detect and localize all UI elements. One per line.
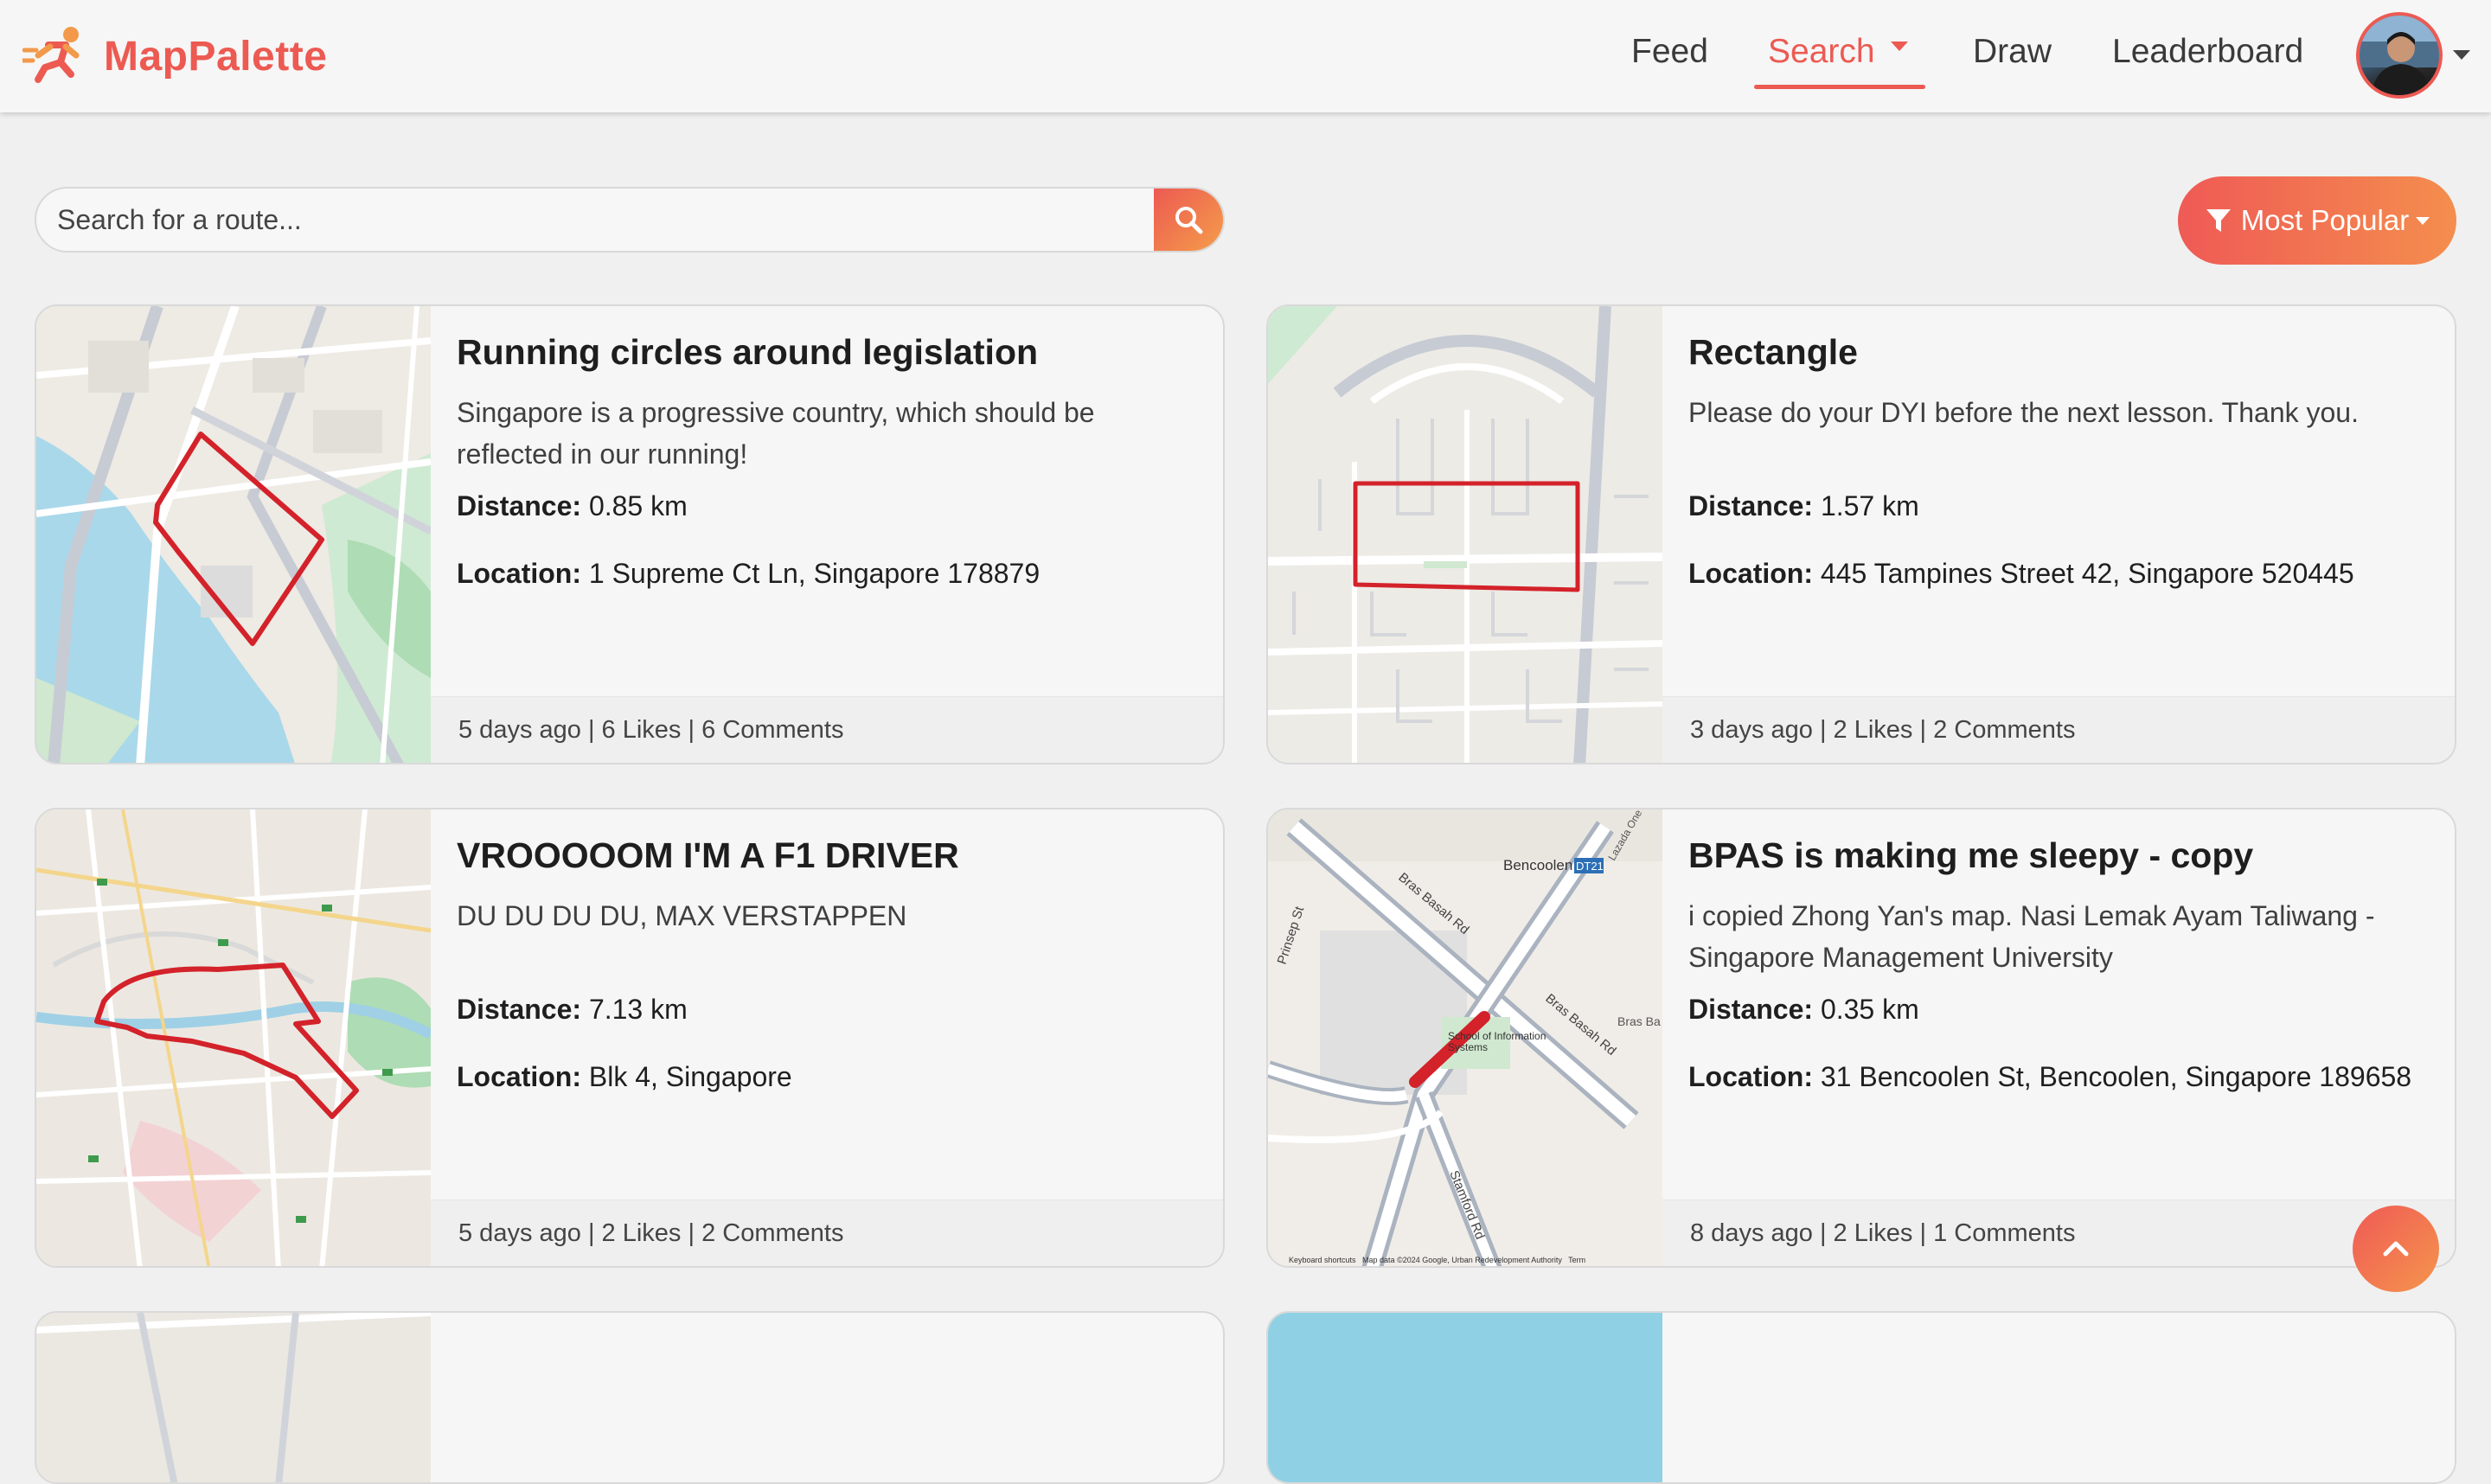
location-label: Location: <box>457 1061 581 1093</box>
route-description: i copied Zhong Yan's map. Nasi Lemak Aya… <box>1688 900 2375 974</box>
nav-active-indicator <box>1754 85 1925 89</box>
location-label: Location: <box>1688 1061 1813 1093</box>
runner-logo-icon <box>20 24 88 89</box>
chevron-down-icon <box>1890 42 1908 52</box>
route-card[interactable]: Running circles around legislation Singa… <box>35 304 1225 764</box>
location-value: Blk 4, Singapore <box>588 1061 792 1093</box>
distance-label: Distance: <box>457 994 582 1026</box>
search-bar <box>35 187 1225 253</box>
map-label-station-code: DT21 <box>1576 860 1604 873</box>
nav-search-label: Search <box>1768 33 1875 70</box>
route-card[interactable]: Rectangle Please do your DYI before the … <box>1266 304 2456 764</box>
route-location: Location: 31 Bencoolen St, Bencoolen, Si… <box>1688 1058 2434 1096</box>
route-card[interactable] <box>35 1311 1225 1484</box>
sort-filter-label: Most Popular <box>2240 204 2410 236</box>
route-distance: Distance: 1.57 km <box>1688 487 2434 525</box>
route-map-thumbnail <box>36 809 431 1266</box>
route-card-body: Running circles around legislation Singa… <box>457 332 1202 622</box>
route-location: Location: 445 Tampines Street 42, Singap… <box>1688 554 2434 592</box>
back-to-top-button[interactable] <box>2353 1206 2439 1292</box>
route-location: Location: Blk 4, Singapore <box>457 1058 1202 1096</box>
nav-feed[interactable]: Feed <box>1631 26 1708 78</box>
route-location: Location: 1 Supreme Ct Ln, Singapore 178… <box>457 554 1202 592</box>
map-label-bencoolen: Bencoolen <box>1503 857 1572 873</box>
avatar-image <box>2360 16 2439 95</box>
route-card[interactable]: Bencoolen DT21 Bras Basah Rd Bras Basah … <box>1266 808 2456 1268</box>
route-description: DU DU DU DU, MAX VERSTAPPEN <box>457 900 907 932</box>
chevron-up-icon <box>2383 1241 2409 1257</box>
sort-filter-button[interactable]: Most Popular <box>2178 176 2456 265</box>
route-map-thumbnail <box>1268 306 1662 763</box>
distance-label: Distance: <box>457 490 582 522</box>
location-value: 445 Tampines Street 42, Singapore 520445 <box>1820 558 2354 590</box>
route-card-body: BPAS is making me sleepy - copy i copied… <box>1688 835 2434 1125</box>
map-attribution: Keyboard shortcuts Map data ©2024 Google… <box>1289 1256 1586 1264</box>
route-description: Singapore is a progressive country, whic… <box>457 397 1095 470</box>
route-card-body: VROOOOOM I'M A F1 DRIVER DU DU DU DU, MA… <box>457 835 1202 1125</box>
location-value: 1 Supreme Ct Ln, Singapore 178879 <box>588 558 1041 590</box>
navbar: MapPalette Feed Search Draw Leaderboard <box>0 0 2491 112</box>
route-description: Please do your DYI before the next lesso… <box>1688 397 2359 429</box>
route-meta: 3 days ago | 2 Likes | 2 Comments <box>1662 696 2455 763</box>
route-map-thumbnail: Bencoolen DT21 Bras Basah Rd Bras Basah … <box>1268 809 1662 1266</box>
search-icon <box>1175 207 1203 234</box>
location-label: Location: <box>457 558 581 590</box>
avatar-dropdown-icon[interactable] <box>2453 50 2470 60</box>
route-title[interactable]: Rectangle <box>1688 332 2434 373</box>
brand-name: MapPalette <box>104 34 328 80</box>
route-map-thumbnail <box>36 306 431 763</box>
route-card[interactable] <box>1266 1311 2456 1484</box>
avatar[interactable] <box>2356 12 2443 99</box>
route-meta: 5 days ago | 6 Likes | 6 Comments <box>431 696 1223 763</box>
route-distance: Distance: 7.13 km <box>457 990 1202 1028</box>
route-map-thumbnail <box>1268 1313 1662 1482</box>
map-label-school: School of Information Systems <box>1448 1031 1546 1053</box>
distance-value: 1.57 km <box>1820 490 1919 522</box>
filter-icon <box>2206 209 2231 232</box>
route-title[interactable]: VROOOOOM I'M A F1 DRIVER <box>457 835 1202 876</box>
nav-leaderboard[interactable]: Leaderboard <box>2112 26 2303 78</box>
route-distance: Distance: 0.85 km <box>457 487 1202 525</box>
location-value: 31 Bencoolen St, Bencoolen, Singapore 18… <box>1820 1061 2412 1093</box>
distance-label: Distance: <box>1688 994 1814 1026</box>
search-input[interactable] <box>36 189 1154 251</box>
route-meta: 5 days ago | 2 Likes | 2 Comments <box>431 1199 1223 1266</box>
route-meta: 8 days ago | 2 Likes | 1 Comments <box>1662 1199 2455 1266</box>
nav-draw[interactable]: Draw <box>1973 26 2052 78</box>
map-label-bras-ba: Bras Ba <box>1617 1014 1661 1028</box>
distance-label: Distance: <box>1688 490 1814 522</box>
route-card-body: Rectangle Please do your DYI before the … <box>1688 332 2434 622</box>
distance-value: 0.85 km <box>588 490 688 522</box>
route-title[interactable]: Running circles around legislation <box>457 332 1202 373</box>
route-distance: Distance: 0.35 km <box>1688 990 2434 1028</box>
route-map-thumbnail <box>36 1313 431 1482</box>
route-card[interactable]: VROOOOOM I'M A F1 DRIVER DU DU DU DU, MA… <box>35 808 1225 1268</box>
distance-value: 7.13 km <box>588 994 688 1026</box>
search-button[interactable] <box>1154 189 1223 251</box>
location-label: Location: <box>1688 558 1813 590</box>
brand[interactable]: MapPalette <box>20 24 328 89</box>
distance-value: 0.35 km <box>1820 994 1919 1026</box>
chevron-down-icon <box>2416 216 2430 225</box>
route-title[interactable]: BPAS is making me sleepy - copy <box>1688 835 2434 876</box>
nav-search[interactable]: Search <box>1768 26 1908 78</box>
